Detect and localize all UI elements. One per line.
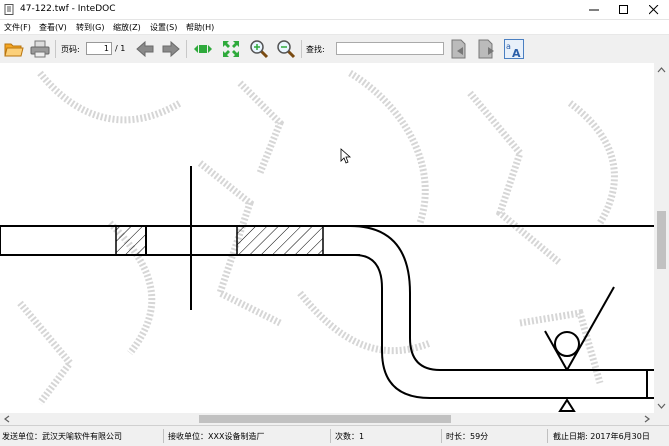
drawing-line — [566, 286, 615, 371]
next-page-icon[interactable] — [161, 39, 181, 59]
status-duration: 时长：59分 — [446, 432, 489, 441]
status-divider — [330, 429, 331, 443]
close-icon — [649, 4, 659, 14]
toolbar-separator — [186, 40, 187, 58]
title-bar: 47-122.twf - InteDOC — [0, 0, 669, 20]
vertical-scrollbar[interactable] — [654, 63, 669, 413]
open-folder-icon[interactable] — [4, 39, 24, 59]
svg-text:A: A — [512, 47, 521, 59]
search-label: 查找: — [306, 45, 325, 54]
mouse-cursor-icon — [340, 148, 352, 164]
document-view[interactable] — [0, 63, 654, 413]
status-deadline: 截止日期: 2017年6月30日 — [553, 432, 650, 441]
window-title: 47-122.twf - InteDOC — [20, 4, 116, 14]
zoom-in-icon[interactable] — [249, 39, 269, 59]
menu-view[interactable]: 查看(V) — [39, 22, 67, 33]
page-input[interactable]: 1 — [86, 42, 112, 55]
scroll-left-icon[interactable] — [4, 415, 10, 423]
toolbar-separator — [301, 40, 302, 58]
fit-width-icon[interactable] — [193, 39, 213, 59]
status-receiver: 接收单位：XXX设备制造厂 — [168, 432, 265, 441]
hatched-section — [236, 225, 324, 256]
minimize-icon — [589, 9, 599, 10]
page-label: 页码: — [61, 45, 80, 54]
support-triangle — [558, 398, 576, 412]
status-sender: 发送单位：武汉天喻软件有限公司 — [2, 432, 122, 441]
find-prev-icon[interactable] — [449, 39, 469, 59]
status-divider — [441, 429, 442, 443]
menu-zoom[interactable]: 缩放(Z) — [113, 22, 141, 33]
menu-bar: 文件(F) 查看(V) 转到(G) 缩放(Z) 设置(S) 帮助(H) — [0, 20, 669, 34]
hatched-section — [115, 225, 147, 256]
close-button[interactable] — [639, 0, 669, 19]
search-input[interactable] — [336, 42, 444, 55]
toolbar-separator — [55, 40, 56, 58]
maximize-icon — [619, 4, 628, 14]
page-total: / 1 — [115, 44, 126, 53]
prev-page-icon[interactable] — [135, 39, 155, 59]
menu-help[interactable]: 帮助(H) — [186, 22, 214, 33]
menu-file[interactable]: 文件(F) — [4, 22, 31, 33]
scroll-right-icon[interactable] — [644, 415, 650, 423]
zoom-out-icon[interactable] — [276, 39, 296, 59]
toolbar: 页码: 1 / 1 查找: a A — [0, 34, 669, 64]
status-count: 次数：1 — [335, 432, 365, 441]
vertical-scroll-thumb[interactable] — [657, 211, 666, 269]
find-next-icon[interactable] — [476, 39, 496, 59]
scrollbar-corner — [654, 413, 669, 425]
translate-text-icon[interactable]: a A — [504, 39, 524, 59]
scroll-up-icon[interactable] — [657, 67, 666, 73]
bend-inner — [323, 254, 654, 399]
printer-icon[interactable] — [30, 39, 50, 59]
menu-settings[interactable]: 设置(S) — [150, 22, 177, 33]
maximize-button[interactable] — [609, 0, 639, 19]
status-divider — [547, 429, 548, 443]
horizontal-scroll-thumb[interactable] — [199, 415, 451, 423]
weld-symbol — [554, 331, 580, 357]
status-divider — [163, 429, 164, 443]
technical-drawing — [0, 69, 654, 412]
minimize-button[interactable] — [579, 0, 609, 19]
horizontal-scrollbar[interactable] — [0, 413, 654, 425]
scroll-down-icon[interactable] — [657, 403, 666, 409]
app-icon — [4, 4, 14, 15]
menu-goto[interactable]: 转到(G) — [76, 22, 104, 33]
fullscreen-icon[interactable] — [221, 39, 241, 59]
status-bar: 发送单位：武汉天喻软件有限公司 接收单位：XXX设备制造厂 次数：1 时长：59… — [0, 425, 669, 446]
svg-text:a: a — [506, 42, 511, 51]
